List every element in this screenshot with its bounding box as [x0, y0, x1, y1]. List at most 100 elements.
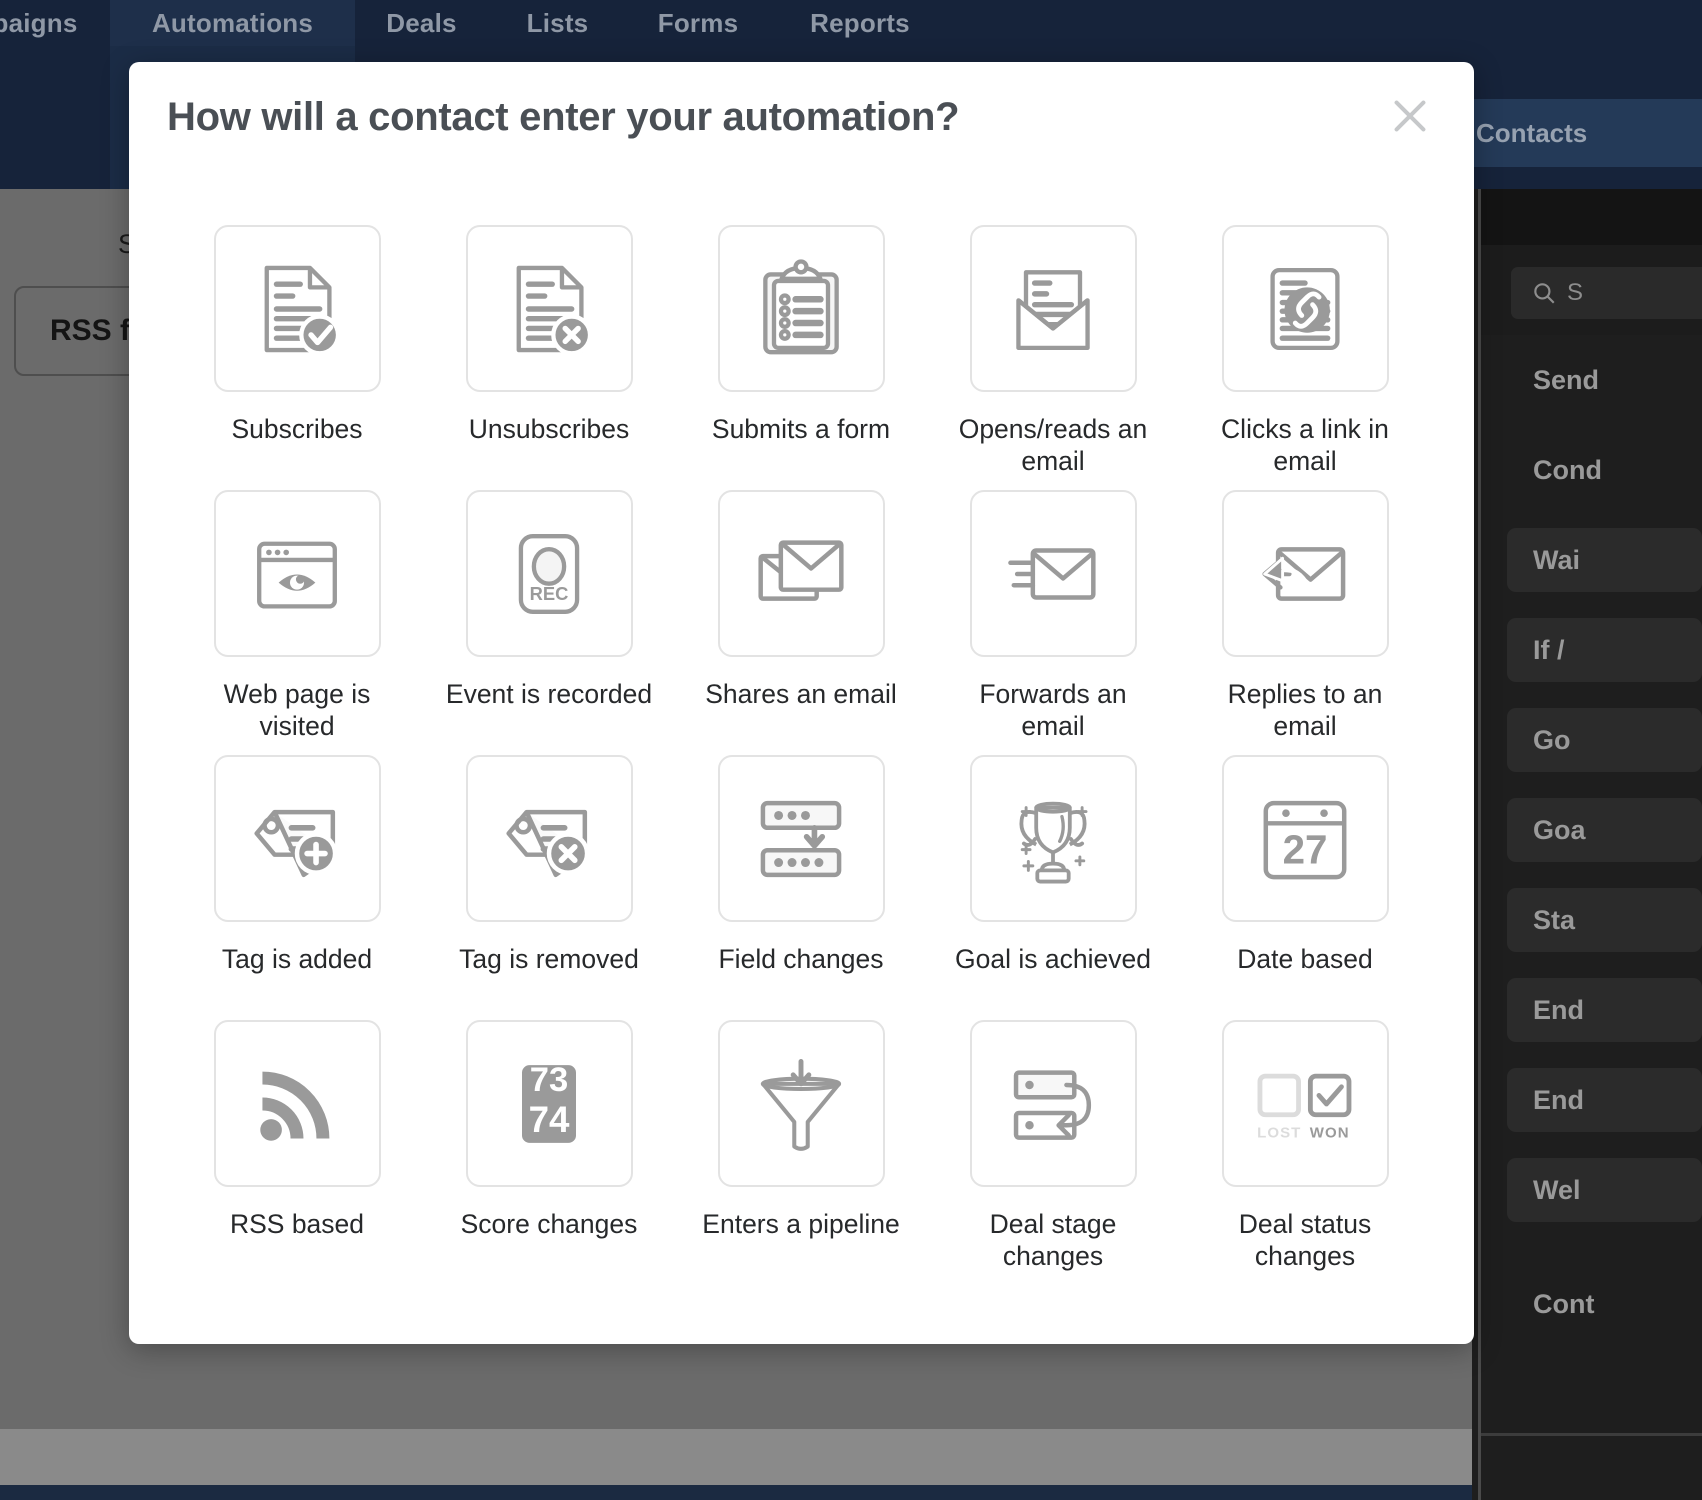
rec-button-icon[interactable]: REC — [465, 490, 633, 657]
modal-title: How will a contact enter your automation… — [167, 95, 960, 139]
panel-block-label-9: Wel — [1507, 1158, 1702, 1222]
trigger-score-changes[interactable]: 73 74 Score changes — [423, 1012, 675, 1277]
score-counter-icon[interactable]: 73 74 — [465, 1020, 633, 1187]
trigger-subscribes[interactable]: Subscribes — [171, 217, 423, 482]
trigger-tag-is-added[interactable]: Tag is added — [171, 747, 423, 1012]
trigger-web-page-is-visited[interactable]: Web page is visited — [171, 482, 423, 747]
field-change-icon[interactable] — [717, 755, 885, 922]
trophy-icon[interactable] — [969, 755, 1137, 922]
nav-item-label: Deals — [386, 7, 457, 38]
forward-envelope-icon[interactable] — [969, 490, 1137, 657]
panel-block-9[interactable]: Wel — [1481, 1145, 1702, 1235]
trigger-opens-reads-an-email[interactable]: Opens/reads an email — [927, 217, 1179, 482]
page-bottom-strip-lower — [0, 1485, 1472, 1500]
trigger-grid: Subscribes Unsubscribes Submits a form O… — [171, 217, 1431, 1277]
panel-block-label-0: Send — [1533, 364, 1600, 395]
nav-item-label: Reports — [810, 7, 910, 38]
trigger-label: RSS based — [229, 1209, 365, 1239]
panel-block-label-4: Go — [1507, 708, 1702, 772]
trigger-field-changes[interactable]: Field changes — [675, 747, 927, 1012]
search-placeholder: S — [1567, 279, 1584, 306]
panel-block-3[interactable]: If / — [1481, 605, 1702, 695]
trigger-deal-status-changes[interactable]: LOST WON Deal status changes — [1179, 1012, 1431, 1277]
rss-icon[interactable] — [213, 1020, 381, 1187]
nav-item-label: Automations — [151, 7, 314, 38]
trigger-selection-modal: How will a contact enter your automation… — [129, 62, 1474, 1344]
trigger-label: Deal stage changes — [989, 1209, 1117, 1272]
contacts-tab[interactable]: Contacts — [1472, 99, 1702, 167]
trigger-event-is-recorded[interactable]: REC Event is recorded — [423, 482, 675, 747]
trigger-label: Shares an email — [705, 679, 897, 709]
trigger-forwards-an-email[interactable]: Forwards an email — [927, 482, 1179, 747]
panel-block-label-7: End — [1507, 978, 1702, 1042]
reply-envelope-icon[interactable] — [1221, 490, 1389, 657]
panel-block-label-3: If / — [1507, 618, 1702, 682]
nav-item-0[interactable]: paigns — [0, 0, 110, 46]
score-bottom-label: 74 — [529, 1099, 570, 1140]
nav-item-label: Forms — [657, 7, 739, 38]
trigger-submits-a-form[interactable]: Submits a form — [675, 217, 927, 482]
nav-item-3[interactable]: Lists — [500, 0, 615, 46]
open-envelope-icon[interactable] — [969, 225, 1137, 392]
panel-block-10[interactable]: Cont — [1481, 1259, 1702, 1349]
trigger-label: Submits a form — [711, 414, 891, 444]
calendar-day-label: 27 — [1283, 826, 1328, 872]
panel-footer-divider — [1481, 1433, 1702, 1436]
trigger-label: Score changes — [460, 1209, 638, 1239]
browser-eye-icon[interactable] — [213, 490, 381, 657]
won-label: WON — [1310, 1124, 1350, 1141]
nav-item-1[interactable]: Automations — [110, 0, 355, 46]
deal-stage-icon[interactable] — [969, 1020, 1137, 1187]
panel-block-label-10: Cont — [1533, 1288, 1595, 1319]
document-x-icon[interactable] — [465, 225, 633, 392]
clipboard-list-icon[interactable] — [717, 225, 885, 392]
panel-block-label-5: Goa — [1507, 798, 1702, 862]
nav-item-label: Lists — [526, 7, 589, 38]
trigger-label: Date based — [1237, 944, 1373, 974]
trigger-clicks-a-link-in-email[interactable]: Clicks a link in email — [1179, 217, 1431, 482]
panel-block-7[interactable]: End — [1481, 965, 1702, 1055]
tag-plus-icon[interactable] — [213, 755, 381, 922]
search-input[interactable]: S — [1511, 267, 1702, 319]
trigger-label: Forwards an email — [979, 679, 1127, 742]
document-link-icon[interactable] — [1221, 225, 1389, 392]
trigger-label: Field changes — [718, 944, 884, 974]
nav-item-2[interactable]: Deals — [355, 0, 488, 46]
top-navigation-bar: paigns Automations Deals Lists Forms Reports — [0, 0, 1702, 46]
funnel-icon[interactable] — [717, 1020, 885, 1187]
panel-block-5[interactable]: Goa — [1481, 785, 1702, 875]
panel-search-row: S — [1481, 245, 1702, 335]
panel-block-1[interactable]: Cond — [1481, 425, 1702, 515]
close-icon[interactable] — [1382, 88, 1438, 144]
trigger-label: Tag is added — [221, 944, 373, 974]
panel-block-2[interactable]: Wai — [1481, 515, 1702, 605]
panel-block-label-6: Sta — [1507, 888, 1702, 952]
trigger-replies-to-an-email[interactable]: Replies to an email — [1179, 482, 1431, 747]
trigger-label: Opens/reads an email — [958, 414, 1148, 477]
panel-block-0[interactable]: Send — [1481, 335, 1702, 425]
trigger-shares-an-email[interactable]: Shares an email — [675, 482, 927, 747]
trigger-rss-based[interactable]: RSS based — [171, 1012, 423, 1277]
trigger-label: Unsubscribes — [468, 414, 630, 444]
panel-block-4[interactable]: Go — [1481, 695, 1702, 785]
trigger-tag-is-removed[interactable]: Tag is removed — [423, 747, 675, 1012]
trigger-label: Replies to an email — [1227, 679, 1383, 742]
trigger-goal-is-achieved[interactable]: Goal is achieved — [927, 747, 1179, 1012]
panel-block-8[interactable]: End — [1481, 1055, 1702, 1145]
deal-status-icon[interactable]: LOST WON — [1221, 1020, 1389, 1187]
rec-label: REC — [530, 582, 569, 603]
trigger-enters-a-pipeline[interactable]: Enters a pipeline — [675, 1012, 927, 1277]
document-check-icon[interactable] — [213, 225, 381, 392]
calendar-27-icon[interactable]: 27 — [1221, 755, 1389, 922]
nav-item-5[interactable]: Reports — [785, 0, 935, 46]
tag-x-icon[interactable] — [465, 755, 633, 922]
trigger-deal-stage-changes[interactable]: Deal stage changes — [927, 1012, 1179, 1277]
trigger-date-based[interactable]: 27 Date based — [1179, 747, 1431, 1012]
trigger-label: Goal is achieved — [955, 944, 1151, 974]
trigger-label: Subscribes — [231, 414, 363, 444]
trigger-label: Web page is visited — [223, 679, 371, 742]
panel-block-6[interactable]: Sta — [1481, 875, 1702, 965]
share-envelopes-icon[interactable] — [717, 490, 885, 657]
trigger-unsubscribes[interactable]: Unsubscribes — [423, 217, 675, 482]
nav-item-4[interactable]: Forms — [628, 0, 768, 46]
